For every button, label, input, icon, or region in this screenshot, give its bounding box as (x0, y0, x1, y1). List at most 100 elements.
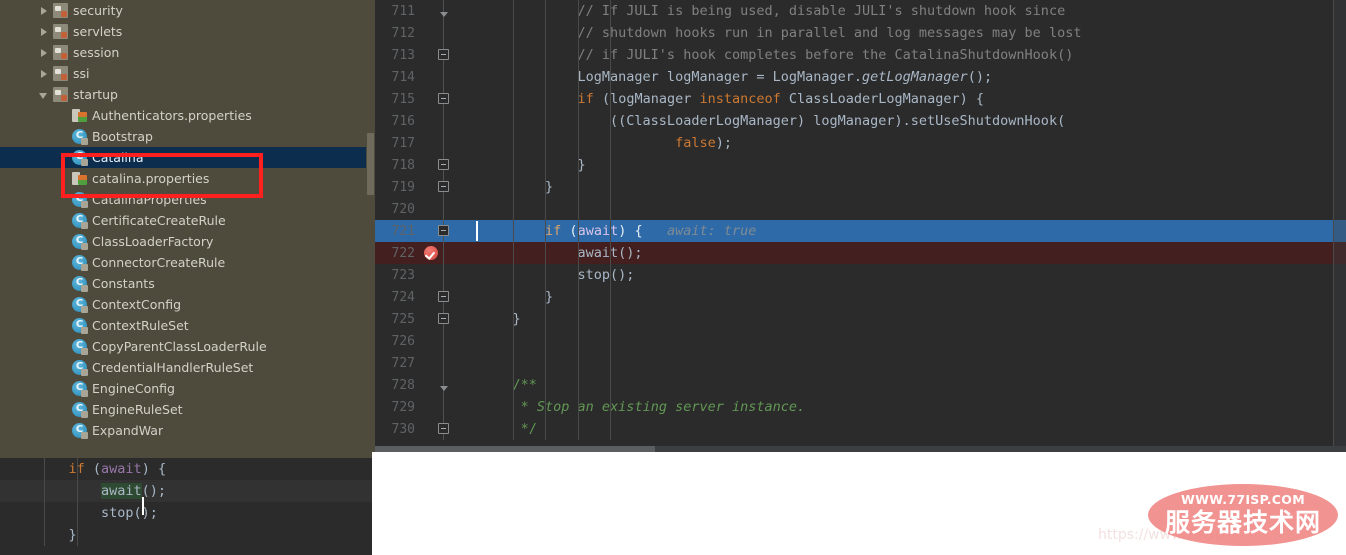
tree-item-startup[interactable]: startup (0, 84, 375, 105)
code-line-723[interactable]: 723 stop(); (375, 264, 1346, 286)
tree-item-certificatecreaterule[interactable]: CertificateCreateRule (0, 210, 375, 231)
tree-item-catalina-properties[interactable]: catalina.properties (0, 168, 375, 189)
editor-gutter[interactable] (421, 286, 476, 308)
tree-item-engineruleset[interactable]: EngineRuleSet (0, 399, 375, 420)
tree-item-expandwar[interactable]: ExpandWar (0, 420, 375, 441)
tree-item-contextruleset[interactable]: ContextRuleSet (0, 315, 375, 336)
code-text[interactable]: false); (476, 132, 1346, 154)
project-tree-list[interactable]: security servlets session ssi startup Authent… (0, 0, 375, 441)
code-text[interactable]: if (logManager instanceof ClassLoaderLog… (476, 88, 1346, 110)
fold-collapse-icon[interactable] (438, 49, 449, 60)
code-text[interactable] (476, 352, 1346, 374)
chevron-right-icon[interactable] (38, 68, 50, 80)
breakpoint-verified-icon[interactable] (424, 246, 438, 260)
code-text[interactable] (476, 330, 1346, 352)
editor-gutter[interactable] (421, 396, 476, 418)
fold-collapse-icon[interactable] (438, 181, 449, 192)
code-line-716[interactable]: 716 ((ClassLoaderLogManager) logManager)… (375, 110, 1346, 132)
code-line-727[interactable]: 727 (375, 352, 1346, 374)
tree-item-connectorcreaterule[interactable]: ConnectorCreateRule (0, 252, 375, 273)
code-line-713[interactable]: 713 // if JULI's hook completes before t… (375, 44, 1346, 66)
tree-scrollbar-thumb[interactable] (367, 133, 374, 195)
editor-gutter[interactable] (421, 418, 476, 440)
chevron-right-icon[interactable] (38, 47, 50, 59)
editor-gutter[interactable] (421, 374, 476, 396)
code-text[interactable]: await(); (476, 242, 1346, 264)
preview-line[interactable]: stop(); (0, 502, 372, 524)
editor-horizontal-scrollbar[interactable] (375, 446, 1346, 452)
code-preview-lines[interactable]: if (await) { await(); stop(); } (0, 458, 372, 546)
preview-line[interactable]: } (0, 524, 372, 546)
code-line-729[interactable]: 729 * Stop an existing server instance. (375, 396, 1346, 418)
code-text[interactable]: */ (476, 418, 1346, 440)
code-text[interactable]: } (476, 154, 1346, 176)
code-line-724[interactable]: 724 } (375, 286, 1346, 308)
code-text[interactable]: // if JULI's hook completes before the C… (476, 44, 1346, 66)
code-line-717[interactable]: 717 false); (375, 132, 1346, 154)
project-tree-panel[interactable]: security servlets session ssi startup Authent… (0, 0, 375, 452)
chevron-right-icon[interactable] (38, 5, 50, 17)
editor-gutter[interactable] (421, 154, 476, 176)
tree-item-copyparentclassloaderrule[interactable]: CopyParentClassLoaderRule (0, 336, 375, 357)
chevron-right-icon[interactable] (38, 26, 50, 38)
editor-gutter[interactable] (421, 0, 476, 22)
code-text[interactable]: // If JULI is being used, disable JULI's… (476, 0, 1346, 22)
code-line-711[interactable]: 711 // If JULI is being used, disable JU… (375, 0, 1346, 22)
code-line-714[interactable]: 714 LogManager logManager = LogManager.g… (375, 66, 1346, 88)
tree-item-contextconfig[interactable]: ContextConfig (0, 294, 375, 315)
fold-collapse-icon[interactable] (438, 93, 449, 104)
code-line-712[interactable]: 712 // shutdown hooks run in parallel an… (375, 22, 1346, 44)
tree-item-engineconfig[interactable]: EngineConfig (0, 378, 375, 399)
code-text[interactable]: /** (476, 374, 1346, 396)
code-line-726[interactable]: 726 (375, 330, 1346, 352)
editor-gutter[interactable] (421, 352, 476, 374)
code-line-722[interactable]: 722 await(); (375, 242, 1346, 264)
code-text[interactable]: if (await) { await: true (476, 220, 1346, 242)
code-line-725[interactable]: 725 } (375, 308, 1346, 330)
chevron-down-icon[interactable] (38, 89, 50, 101)
code-text[interactable] (476, 198, 1346, 220)
editor-gutter[interactable] (421, 308, 476, 330)
tree-item-session[interactable]: session (0, 42, 375, 63)
code-text[interactable]: stop(); (476, 264, 1346, 286)
code-text[interactable]: } (476, 286, 1346, 308)
code-text[interactable]: } (476, 176, 1346, 198)
tree-item-constants[interactable]: Constants (0, 273, 375, 294)
editor-gutter[interactable] (421, 66, 476, 88)
tree-item-servlets[interactable]: servlets (0, 21, 375, 42)
code-editor[interactable]: 711 // If JULI is being used, disable JU… (375, 0, 1346, 452)
fold-collapse-icon[interactable] (438, 423, 449, 434)
fold-collapse-icon[interactable] (438, 159, 449, 170)
editor-vertical-scrollbar[interactable] (1334, 0, 1346, 452)
code-line-718[interactable]: 718 } (375, 154, 1346, 176)
preview-line[interactable]: if (await) { (0, 458, 372, 480)
code-text[interactable]: } (476, 308, 1346, 330)
tree-item-authenticators-properties[interactable]: Authenticators.properties (0, 105, 375, 126)
fold-collapse-icon[interactable] (438, 313, 449, 324)
code-line-715[interactable]: 715 if (logManager instanceof ClassLoade… (375, 88, 1346, 110)
editor-gutter[interactable] (421, 220, 476, 242)
tree-item-ssi[interactable]: ssi (0, 63, 375, 84)
code-line-728[interactable]: 728 /** (375, 374, 1346, 396)
editor-gutter[interactable] (421, 22, 476, 44)
tree-item-bootstrap[interactable]: Bootstrap (0, 126, 375, 147)
editor-gutter[interactable] (421, 44, 476, 66)
code-line-719[interactable]: 719 } (375, 176, 1346, 198)
editor-gutter[interactable] (421, 110, 476, 132)
tree-item-security[interactable]: security (0, 0, 375, 21)
tree-item-catalina[interactable]: Catalina (0, 147, 375, 168)
tree-item-catalinaproperties[interactable]: CatalinaProperties (0, 189, 375, 210)
editor-gutter[interactable] (421, 198, 476, 220)
code-preview-panel[interactable]: if (await) { await(); stop(); } (0, 458, 372, 555)
tree-scrollbar-track[interactable] (366, 0, 375, 452)
preview-line[interactable]: await(); (0, 480, 372, 515)
fold-region-start-icon[interactable] (440, 12, 448, 17)
code-text[interactable]: LogManager logManager = LogManager.getLo… (476, 66, 1346, 88)
editor-gutter[interactable] (421, 176, 476, 198)
editor-gutter[interactable] (421, 132, 476, 154)
code-line-730[interactable]: 730 */ (375, 418, 1346, 440)
fold-region-start-icon[interactable] (440, 386, 448, 391)
tree-item-classloaderfactory[interactable]: ClassLoaderFactory (0, 231, 375, 252)
code-text[interactable]: ((ClassLoaderLogManager) logManager).set… (476, 110, 1346, 132)
fold-collapse-icon[interactable] (438, 291, 449, 302)
